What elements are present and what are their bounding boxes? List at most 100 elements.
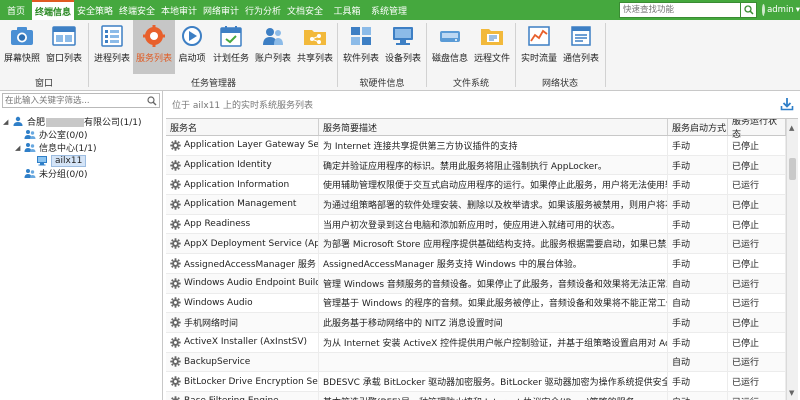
gear-icon <box>170 218 181 230</box>
table-row[interactable]: Application Information 使用辅助管理权限便于交互式启动应用… <box>166 175 786 196</box>
scroll-up-icon[interactable]: ▲ <box>789 124 794 132</box>
ribbon-software-list-button[interactable]: 软件列表 <box>340 20 382 74</box>
tree-node-label: 未分组(0/0) <box>39 170 88 180</box>
tree-node-label: 信息中心(1/1) <box>39 144 97 154</box>
tab-terminal-security[interactable]: 终端安全 <box>116 0 158 20</box>
table-row[interactable]: Application Management 为通过组策略部署的软件处理安装、删除… <box>166 195 786 215</box>
table-row[interactable]: 手机网络时间 此服务基于移动网络中的 NITZ 消息设置时间 手动 已停止 <box>166 313 786 333</box>
column-header-status[interactable]: 服务运行状态 <box>728 119 786 140</box>
cell-start-type: 手动 <box>668 195 728 214</box>
tab-local-audit[interactable]: 本地审计 <box>158 0 200 20</box>
table-row[interactable]: Application Layer Gateway Service为 Inter… <box>166 136 786 156</box>
ribbon-realtime-traffic-button[interactable]: 实时流量 <box>518 20 560 74</box>
ribbon-connection-list-button[interactable]: 通信列表 <box>560 20 602 74</box>
service-table: 服务名 服务简要描述 服务启动方式 服务运行状态 Application Lay… <box>166 118 798 400</box>
cell-service-name: Application Information <box>166 175 319 195</box>
ribbon-separator <box>337 23 338 87</box>
tree-filter-input[interactable] <box>3 94 145 107</box>
table-row[interactable]: AppX Deployment Service (AppXSVC)为部署 Mic… <box>166 234 786 255</box>
scroll-down-icon[interactable]: ▼ <box>789 389 794 397</box>
ribbon-share-list-button[interactable]: 共享列表 <box>294 20 336 74</box>
table-row[interactable]: Application Identity 确定并验证应用程序的标识。禁用此服务将阻… <box>166 155 786 176</box>
org-icon <box>12 116 24 127</box>
table-header: 服务名 服务简要描述 服务启动方式 服务运行状态 <box>166 119 786 140</box>
ribbon-remote-file-button[interactable]: 远程文件 <box>471 20 513 74</box>
service-name-text: Windows Audio Endpoint Builder <box>184 278 319 289</box>
cell-status: 已运行 <box>728 372 786 391</box>
search-icon[interactable] <box>145 94 159 107</box>
service-name-text: 手机网络时间 <box>184 319 239 330</box>
expand-arrow-icon[interactable]: ◢ <box>15 144 24 152</box>
ribbon-service-list-button[interactable]: 服务列表 <box>133 20 175 74</box>
cell-start-type: 自动 <box>668 293 728 313</box>
table-row[interactable]: BackupService 自动 已运行 <box>166 352 786 373</box>
gear-icon <box>170 376 181 387</box>
cell-service-name: Application Identity <box>166 155 319 175</box>
user-menu[interactable]: admin ▾ <box>762 2 800 18</box>
cell-description: AssignedAccessManager 服务支持 Windows 中的展台体… <box>319 254 668 273</box>
cell-service-name: BackupService <box>166 352 319 372</box>
export-download-icon[interactable] <box>780 97 794 111</box>
search-button[interactable] <box>741 2 757 18</box>
ribbon-process-list-button[interactable]: 进程列表 <box>91 20 133 74</box>
table-row[interactable]: App Readiness 当用户初次登录到这台电脑和添加新应用时，使应用进入就绪… <box>166 214 786 235</box>
cell-description: 管理 Windows 音频服务的音频设备。如果停止了此服务，音频设备和效果将无法… <box>319 273 668 293</box>
tab-terminal-info[interactable]: 终端信息 <box>32 0 74 20</box>
table-row[interactable]: ActiveX Installer (AxInstSV) 为从 Internet … <box>166 332 786 353</box>
gear-icon <box>170 179 181 190</box>
ribbon-account-list-button[interactable]: 账户列表 <box>252 20 294 74</box>
table-row[interactable]: Windows Audio Endpoint Builder 管理 Windows… <box>166 273 786 294</box>
service-name-text: Base Filtering Engine <box>184 396 279 400</box>
user-avatar-icon <box>762 4 766 16</box>
table-row[interactable]: Base Filtering Engine 基本筛选引擎(BFE)是一种管理防火墙… <box>166 391 786 400</box>
ribbon-window-list-button[interactable]: 窗口列表 <box>44 20 84 74</box>
tab-toolbox[interactable]: 工具箱 <box>326 0 368 20</box>
tab-network-audit[interactable]: 网络审计 <box>200 0 242 20</box>
table-row[interactable]: BitLocker Drive Encryption ServiceBDESVC… <box>166 372 786 392</box>
cell-status: 已停止 <box>728 332 786 352</box>
ribbon-device-list-button[interactable]: 设备列表 <box>382 20 424 74</box>
service-name-text: AssignedAccessManager 服务 <box>184 259 316 270</box>
column-header-service-name[interactable]: 服务名 <box>166 119 319 135</box>
ribbon-group-label-hardware-software: 软硬件信息 <box>359 79 405 89</box>
tree-node-company[interactable]: ◢ 合肥 有限公司(1/1) <box>3 115 142 128</box>
service-name-text: BackupService <box>184 356 251 367</box>
ribbon-scheduled-task-button[interactable]: 计划任务 <box>210 20 252 74</box>
account-list-icon <box>260 23 286 49</box>
device-list-icon <box>390 23 416 49</box>
tab-home[interactable]: 首页 <box>0 0 32 20</box>
ribbon-screenshot-button[interactable]: 屏幕快照 <box>2 20 42 74</box>
ribbon-group-label-window: 窗口 <box>34 79 53 89</box>
tree-node-label: 合肥 <box>27 118 46 128</box>
expand-arrow-icon[interactable]: ◢ <box>3 118 12 126</box>
cell-status: 已运行 <box>728 273 786 293</box>
table-row[interactable]: AssignedAccessManager 服务 AssignedAccessMa… <box>166 254 786 274</box>
gear-icon <box>170 140 181 151</box>
tab-document-security[interactable]: 文档安全 <box>284 0 326 20</box>
vertical-scrollbar[interactable]: ▲ ▼ <box>786 119 798 400</box>
tab-security-policy[interactable]: 安全策略 <box>74 0 116 20</box>
cell-start-type: 手动 <box>668 372 728 391</box>
gear-icon <box>170 356 181 368</box>
tree-node-office[interactable]: 办公室(0/0) <box>15 128 88 141</box>
cell-description: 确定并验证应用程序的标识。禁用此服务将阻止强制执行 AppLocker。 <box>319 155 668 175</box>
tree-node-computer-ailx11[interactable]: ailx11 <box>27 154 87 167</box>
scrollbar-thumb[interactable] <box>789 158 796 180</box>
tree-node-label: ailx11 <box>51 154 87 167</box>
cell-description: 为 Internet 连接共享提供第三方协议插件的支持 <box>319 136 668 155</box>
gear-icon <box>170 317 181 328</box>
column-header-description[interactable]: 服务简要描述 <box>319 119 668 135</box>
ribbon-disk-info-button[interactable]: 磁盘信息 <box>429 20 471 74</box>
computer-icon <box>36 155 48 166</box>
table-row[interactable]: Windows Audio 管理基于 Windows 的程序的音频。如果此服务被停… <box>166 293 786 314</box>
tree-node-ungrouped[interactable]: 未分组(0/0) <box>15 167 88 180</box>
tree-node-label: 办公室(0/0) <box>39 131 88 141</box>
organization-tree-panel: ◢ 合肥 有限公司(1/1) 办公室(0/0) ◢ 信息中心(1/1) ailx1… <box>0 91 163 400</box>
column-header-start-type[interactable]: 服务启动方式 <box>668 119 728 135</box>
tree-node-info-center[interactable]: ◢ 信息中心(1/1) <box>15 141 97 154</box>
tab-behavior-analysis[interactable]: 行为分析 <box>242 0 284 20</box>
cell-start-type: 手动 <box>668 214 728 234</box>
tab-system-management[interactable]: 系统管理 <box>368 0 410 20</box>
ribbon-startup-button[interactable]: 启动项 <box>175 20 209 74</box>
function-search-input[interactable] <box>619 2 741 18</box>
